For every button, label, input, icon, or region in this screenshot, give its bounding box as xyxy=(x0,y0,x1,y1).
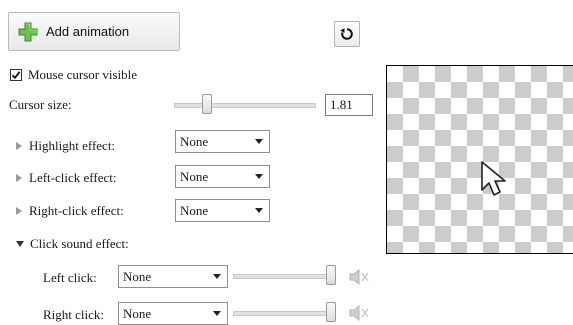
chevron-down-icon xyxy=(213,274,221,279)
right-click-effect-row[interactable]: Right-click effect: xyxy=(16,203,124,219)
right-click-effect-label: Right-click effect: xyxy=(29,203,124,218)
add-animation-button[interactable]: Add animation xyxy=(8,12,180,51)
speaker-icon[interactable] xyxy=(347,266,371,288)
chevron-down-icon xyxy=(255,139,263,144)
collapse-arrow-icon[interactable] xyxy=(16,241,24,247)
plus-icon xyxy=(18,22,38,41)
chevron-down-icon xyxy=(255,174,263,179)
cursor-arrow-icon xyxy=(481,161,506,196)
cursor-size-label: Cursor size: xyxy=(9,97,72,112)
expand-arrow-icon[interactable] xyxy=(16,174,22,182)
right-click-volume-thumb[interactable] xyxy=(326,302,336,322)
chevron-down-icon xyxy=(213,311,221,316)
left-click-sound-select[interactable]: None xyxy=(118,265,228,288)
right-click-effect-select[interactable]: None xyxy=(175,199,270,222)
left-click-effect-label: Left-click effect: xyxy=(29,170,117,185)
expand-arrow-icon[interactable] xyxy=(16,207,22,215)
highlight-effect-select[interactable]: None xyxy=(175,130,270,153)
reset-icon xyxy=(340,28,353,40)
left-click-sound-label: Left click: xyxy=(43,270,97,285)
cursor-size-field[interactable]: 1.81 xyxy=(325,94,373,116)
left-click-volume-thumb[interactable] xyxy=(326,265,336,285)
right-click-volume-slider[interactable] xyxy=(233,302,336,322)
left-click-effect-select[interactable]: None xyxy=(175,165,270,188)
right-click-effect-value: None xyxy=(180,202,209,218)
checkmark-icon xyxy=(11,71,21,80)
chevron-down-icon xyxy=(255,208,263,213)
left-click-volume-track xyxy=(233,274,336,279)
cursor-size-track xyxy=(174,103,316,108)
speaker-icon[interactable] xyxy=(347,302,371,324)
click-sound-effect-label: Click sound effect: xyxy=(30,236,129,251)
cursor-visible-label: Mouse cursor visible xyxy=(28,67,138,82)
add-animation-label: Add animation xyxy=(46,24,130,39)
cursor-size-slider[interactable] xyxy=(174,94,316,114)
cursor-preview xyxy=(386,65,573,254)
highlight-effect-row[interactable]: Highlight effect: xyxy=(16,138,115,154)
highlight-effect-value: None xyxy=(180,133,209,149)
click-sound-effect-row[interactable]: Click sound effect: xyxy=(16,236,129,252)
cursor-visible-checkbox[interactable] xyxy=(10,69,22,81)
left-click-sound-value: None xyxy=(123,268,152,284)
left-click-effect-value: None xyxy=(180,168,209,184)
right-click-volume-track xyxy=(233,311,336,316)
right-click-sound-value: None xyxy=(123,305,152,321)
reset-button[interactable] xyxy=(334,21,360,47)
right-click-sound-label: Right click: xyxy=(43,307,105,322)
cursor-size-thumb[interactable] xyxy=(202,94,212,114)
highlight-effect-label: Highlight effect: xyxy=(29,138,116,153)
cursor-visible-option[interactable]: Mouse cursor visible xyxy=(10,67,137,83)
left-click-volume-slider[interactable] xyxy=(233,265,336,285)
left-click-effect-row[interactable]: Left-click effect: xyxy=(16,170,116,186)
expand-arrow-icon[interactable] xyxy=(16,142,22,150)
right-click-sound-select[interactable]: None xyxy=(118,302,228,325)
